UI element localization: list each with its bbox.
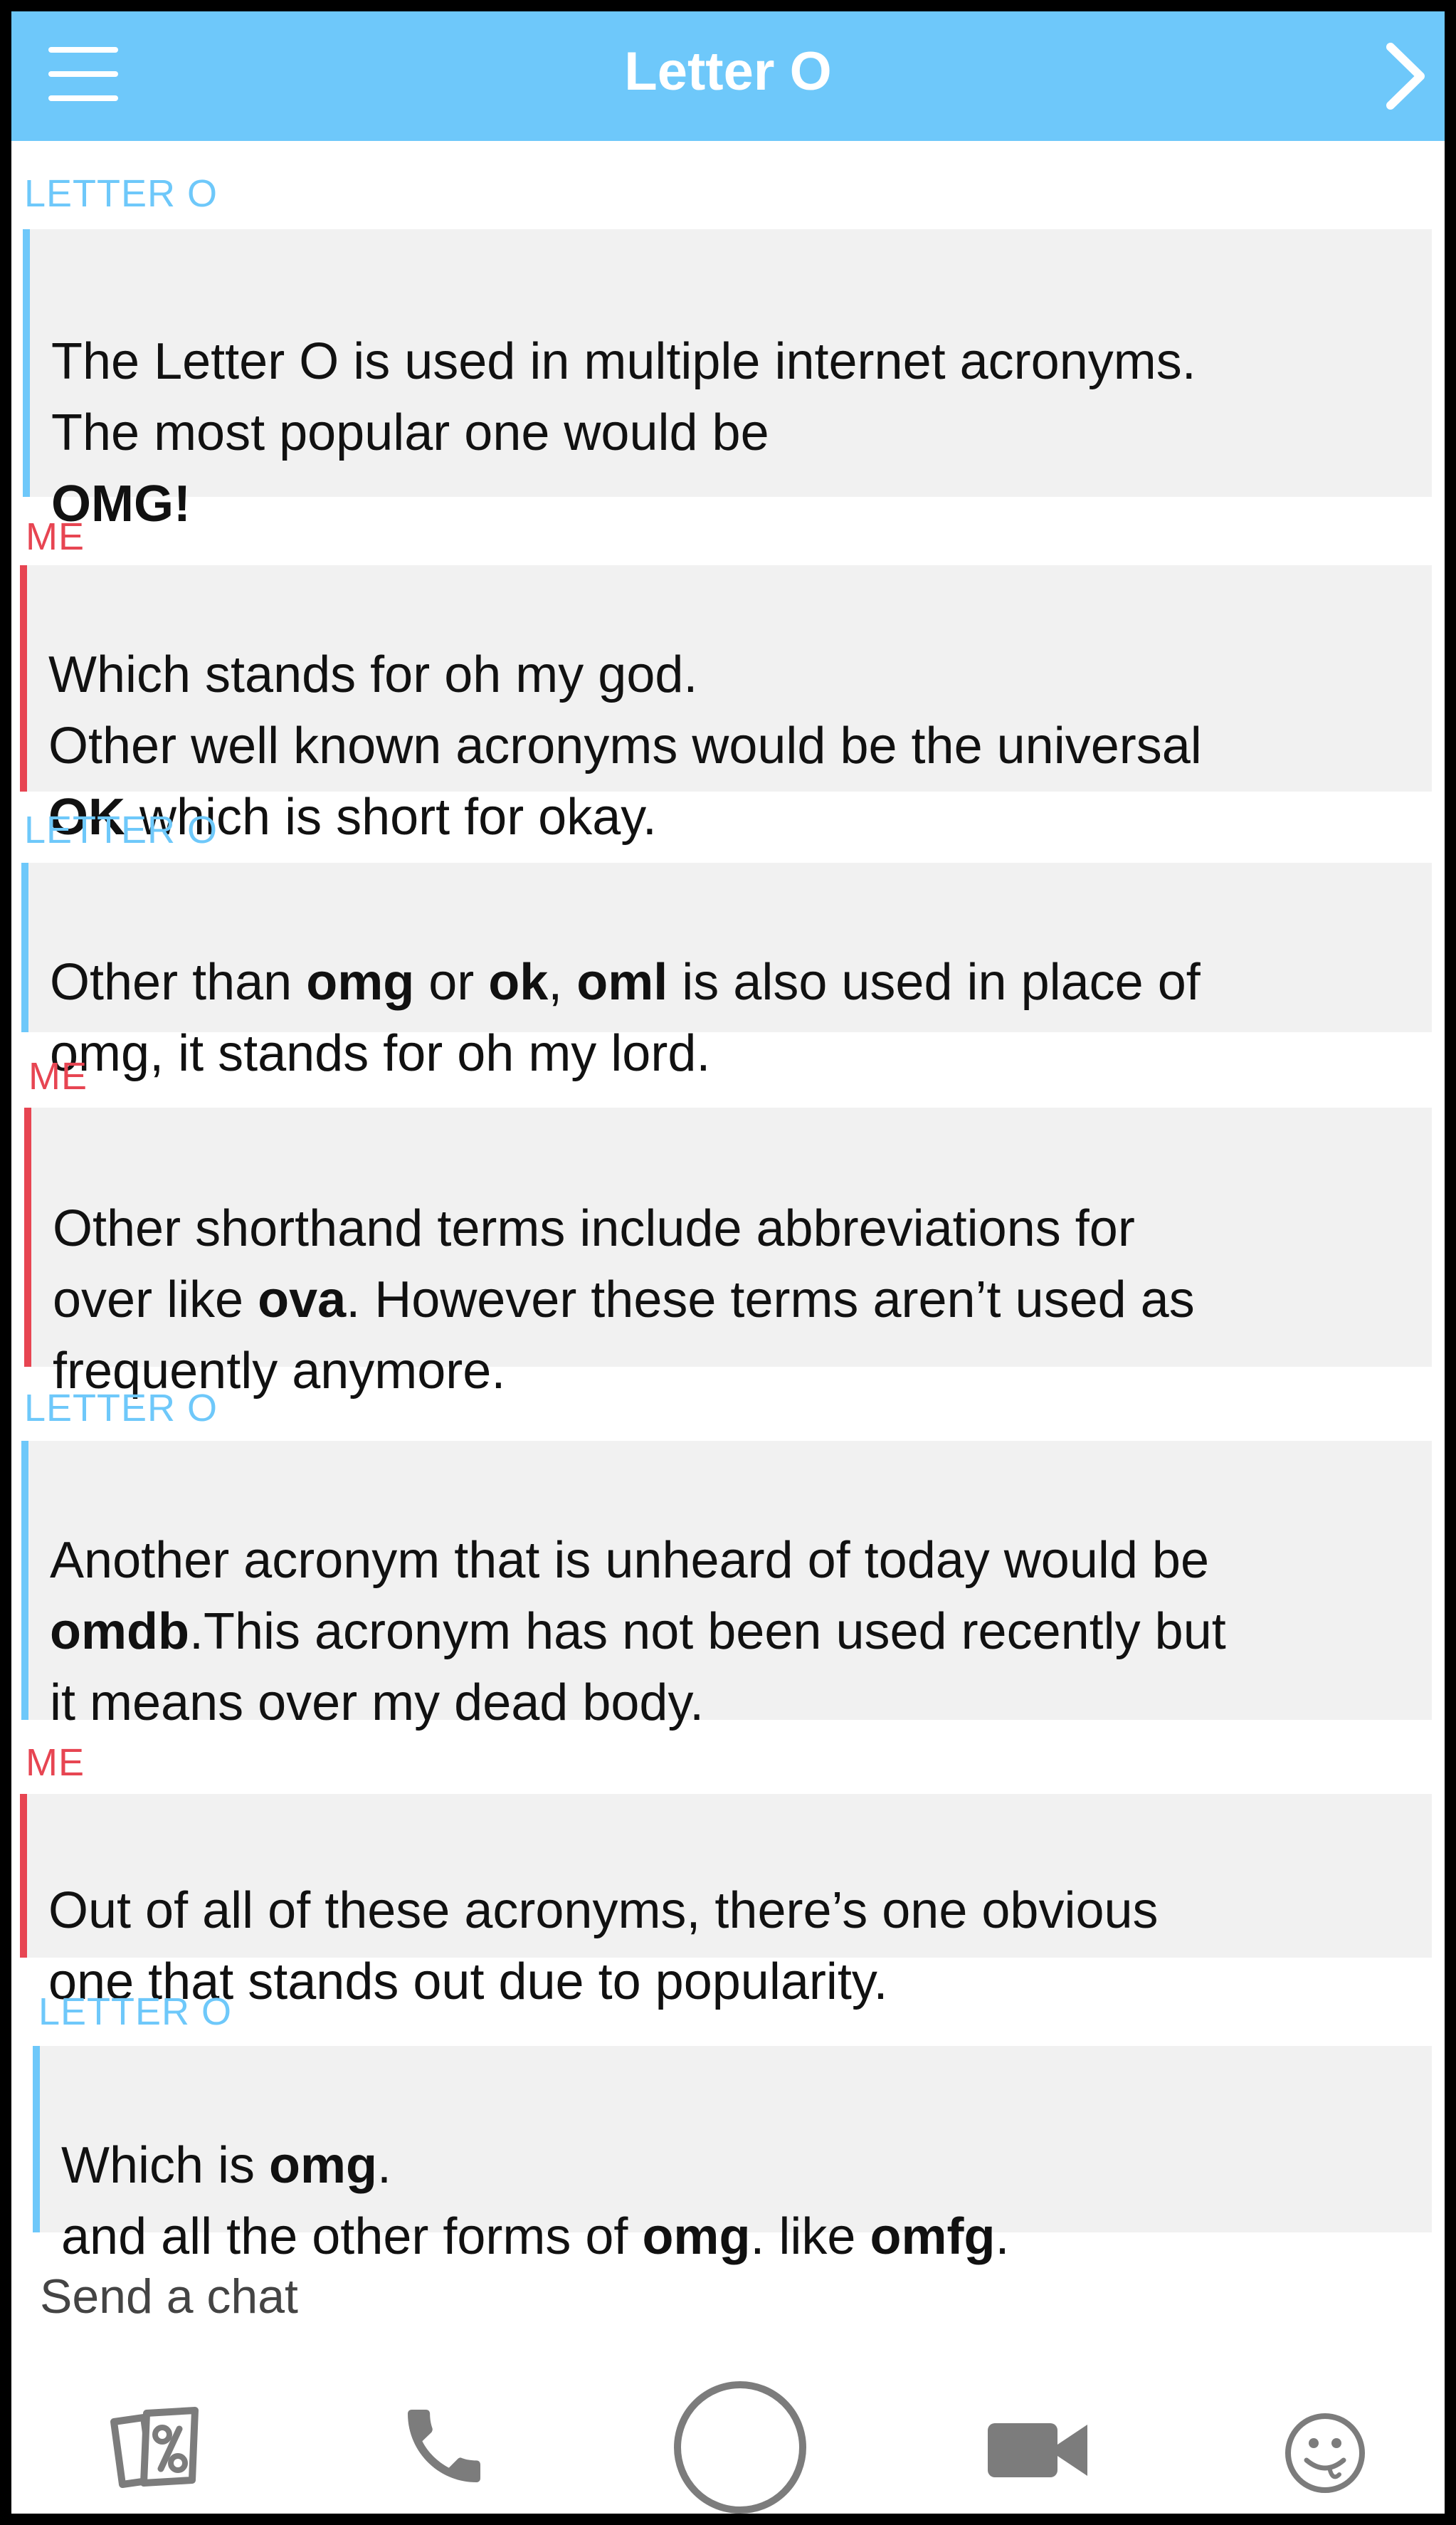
capture-circle-icon[interactable] bbox=[669, 2376, 811, 2514]
message-text: Which stands for oh my god. Other well k… bbox=[48, 646, 1202, 846]
message-bubble: Which stands for oh my god. Other well k… bbox=[20, 565, 1432, 846]
message-text: Other shorthand terms include abbreviati… bbox=[53, 1200, 1195, 1400]
text-run: The Letter O is used in multiple interne… bbox=[51, 333, 1196, 461]
hamburger-menu-icon[interactable] bbox=[48, 47, 118, 101]
text-run: . like bbox=[750, 2208, 870, 2265]
sender-label: ME bbox=[26, 1741, 85, 1784]
bold-term: omg bbox=[306, 954, 415, 1011]
bold-term: omdb bbox=[50, 1603, 189, 1660]
text-run: Which is bbox=[61, 2137, 270, 2194]
message-bubble: Which is omg. and all the other forms of… bbox=[33, 2046, 1432, 2265]
message-text: The Letter O is used in multiple interne… bbox=[51, 333, 1196, 532]
emoji-face-icon[interactable] bbox=[1282, 2410, 1368, 2496]
chat-header: Letter O bbox=[11, 11, 1445, 141]
bold-term: omg bbox=[269, 2137, 378, 2194]
text-run: . bbox=[995, 2208, 1010, 2265]
sender-label: LETTER O bbox=[24, 1387, 218, 1429]
sender-label: LETTER O bbox=[38, 1990, 233, 2033]
app-frame: Letter O LETTER O The Letter O is used i… bbox=[11, 11, 1445, 2514]
bold-term: oml bbox=[576, 954, 668, 1011]
message-text: Another acronym that is unheard of today… bbox=[50, 1532, 1226, 1731]
text-run: , bbox=[548, 954, 577, 1011]
bold-term: omg bbox=[642, 2208, 751, 2265]
message-bubble: The Letter O is used in multiple interne… bbox=[23, 229, 1432, 532]
text-run: Other than bbox=[50, 954, 307, 1011]
bold-term: ok bbox=[488, 954, 549, 1011]
bold-term: ova bbox=[258, 1271, 347, 1328]
sender-label: LETTER O bbox=[24, 172, 218, 215]
sender-label: LETTER O bbox=[24, 809, 218, 851]
video-camera-icon[interactable] bbox=[983, 2416, 1092, 2484]
message-bubble: Other shorthand terms include abbreviati… bbox=[24, 1108, 1432, 1400]
bold-term: omfg bbox=[870, 2208, 996, 2265]
message-text: Other than omg or ok, oml is also used i… bbox=[50, 954, 1201, 1082]
sender-label: ME bbox=[26, 515, 85, 558]
memories-cards-icon[interactable] bbox=[101, 2400, 208, 2490]
chat-title: Letter O bbox=[624, 41, 832, 102]
sender-label: ME bbox=[28, 1055, 88, 1098]
chevron-right-icon[interactable] bbox=[1381, 37, 1430, 115]
send-chat-input[interactable]: Send a chat bbox=[40, 2261, 1392, 2332]
message-bubble: Another acronym that is unheard of today… bbox=[21, 1441, 1432, 1731]
text-run: .This acronym has not been used recently… bbox=[50, 1603, 1226, 1731]
message-bubble: Out of all of these acronyms, there’s on… bbox=[20, 1794, 1432, 2010]
text-run: Which stands for oh my god. Other well k… bbox=[48, 646, 1202, 775]
phone-icon[interactable] bbox=[396, 2398, 492, 2494]
text-run: or bbox=[414, 954, 489, 1011]
text-run: Another acronym that is unheard of today… bbox=[50, 1532, 1209, 1589]
message-bubble: Other than omg or ok, oml is also used i… bbox=[21, 863, 1432, 1082]
message-text: Which is omg. and all the other forms of… bbox=[61, 2137, 1009, 2265]
